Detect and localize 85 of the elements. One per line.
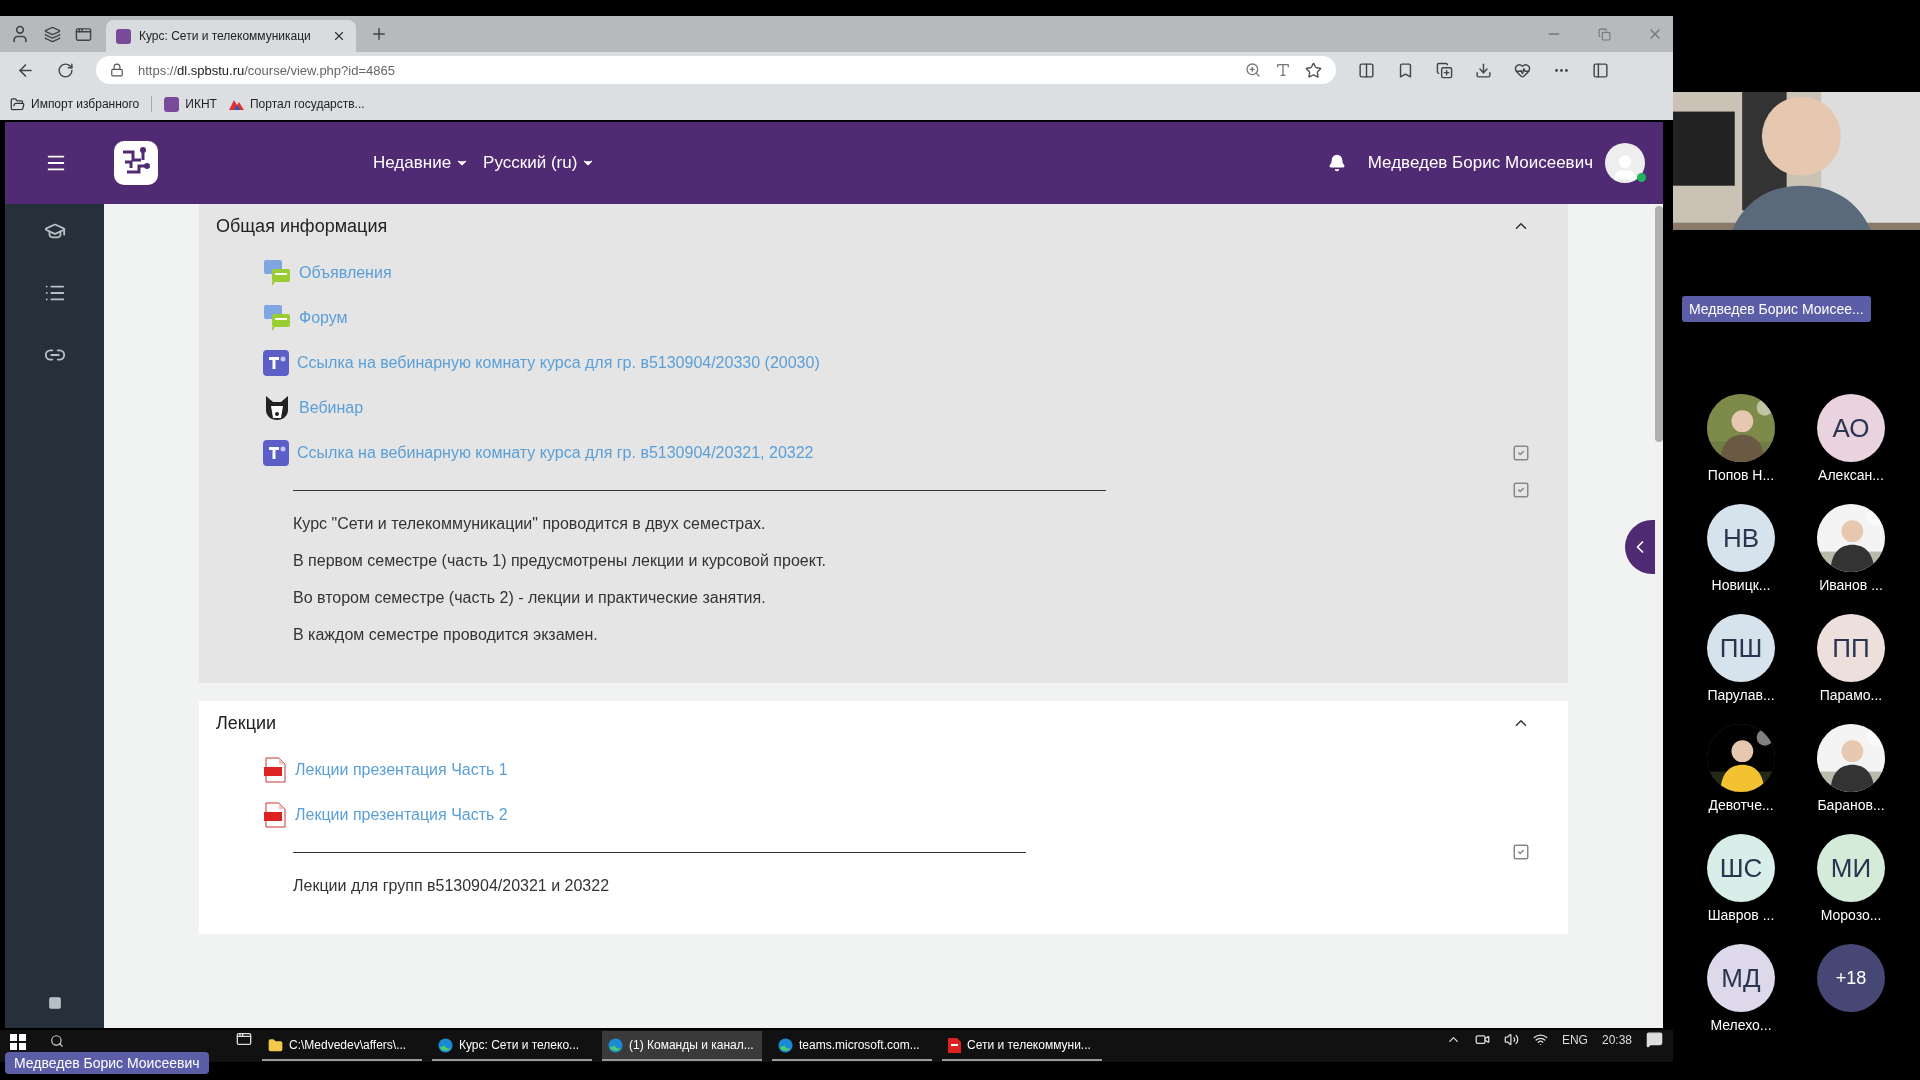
participant-avatar: ПП	[1817, 614, 1885, 682]
participant-name: Парамо...	[1819, 686, 1883, 704]
completion-checkbox[interactable]	[1512, 443, 1530, 462]
close-icon[interactable]	[332, 29, 346, 43]
refresh-icon[interactable]	[57, 61, 74, 79]
new-tab-icon[interactable]	[370, 25, 388, 43]
wifi-icon[interactable]	[1532, 1032, 1548, 1047]
profile-icon[interactable]	[10, 24, 30, 44]
folder-icon	[268, 1037, 283, 1053]
taskbar-app[interactable]: (1) Команды и канал...	[602, 1031, 762, 1061]
scrollbar-thumb[interactable]	[1655, 206, 1663, 442]
notifications-icon[interactable]	[1646, 1031, 1663, 1048]
description-text: Во втором семестре (часть 2) - лекции и практические занятия.	[293, 588, 767, 608]
logo-icon	[113, 140, 159, 186]
zoom-icon[interactable]	[1245, 62, 1261, 78]
sidebar-icon[interactable]	[1592, 61, 1609, 79]
participant-name: Девотче...	[1708, 796, 1774, 814]
task-view-icon[interactable]	[236, 1031, 252, 1047]
participant-avatar: НВ	[1707, 504, 1775, 572]
user-avatar[interactable]	[1605, 143, 1645, 183]
presenter-label: Медведев Борис Моисеевич	[5, 1052, 209, 1074]
camera-icon[interactable]	[1474, 1032, 1490, 1047]
participant-name: Шавров ...	[1707, 906, 1775, 924]
chat-bubbles-icon	[263, 258, 291, 287]
folder-icon	[10, 96, 25, 112]
participant-avatar: АО	[1817, 394, 1885, 462]
section-title: Лекции	[216, 712, 277, 734]
browser-icon	[608, 1037, 623, 1053]
star-icon[interactable]	[1305, 61, 1322, 79]
pdf-icon	[263, 801, 287, 828]
participant-name: Новицк...	[1711, 576, 1771, 594]
clock[interactable]: 20:38	[1601, 1032, 1632, 1047]
online-dot	[1637, 173, 1646, 182]
workspaces-icon[interactable]	[44, 25, 61, 43]
heart-pulse-icon[interactable]	[1514, 61, 1531, 79]
description-text: Лекции для групп в5130904/20321 и 20322	[293, 876, 611, 896]
browser-icon	[778, 1037, 793, 1053]
participant-name: Мелехо...	[1710, 1016, 1772, 1034]
lock-icon	[110, 63, 124, 77]
participant-name: Алексан...	[1818, 466, 1884, 484]
address-field[interactable]: https://dl.spbstu.ru/course/view.php?id=4865	[96, 56, 1336, 84]
favorites-icon[interactable]	[1397, 61, 1414, 79]
participant-name: Иванов ...	[1819, 576, 1883, 594]
browser-icon	[438, 1037, 453, 1053]
participant-avatar: ШС	[1707, 834, 1775, 902]
split-screen-icon[interactable]	[1358, 61, 1375, 79]
square-icon[interactable]	[47, 996, 62, 1010]
participant-name: Баранов...	[1817, 796, 1885, 814]
site-favicon	[164, 96, 180, 112]
participant-name: Морозо...	[1820, 906, 1882, 924]
description-text: В каждом семестре проводится экзамен.	[293, 625, 599, 645]
bell-icon[interactable]	[1327, 154, 1346, 172]
drawer-toggle-button[interactable]	[1625, 520, 1655, 574]
participant-avatar: МД	[1707, 944, 1775, 1012]
bookmark-link[interactable]: Портал государств...	[228, 97, 365, 111]
participant-avatar: ПШ	[1707, 614, 1775, 682]
chat-bubbles-icon	[263, 303, 291, 332]
description-text: В первом семестре (часть 1) предусмотрены лекции и курсовой проект.	[293, 551, 827, 571]
participant-name: Попов Н...	[1707, 466, 1775, 484]
download-icon[interactable]	[1475, 61, 1492, 79]
more-participants-button[interactable]: +18	[1817, 944, 1885, 1012]
volume-icon[interactable]	[1503, 1032, 1519, 1047]
nav-menu[interactable]: Недавние	[373, 153, 470, 173]
language-indicator[interactable]: ENG	[1561, 1032, 1588, 1047]
tab-actions-icon[interactable]	[75, 25, 92, 43]
portal-icon	[228, 98, 244, 110]
bookmark-link[interactable]: Импорт избранного	[10, 96, 140, 112]
collections-icon[interactable]	[1436, 61, 1453, 79]
participant-avatar: МИ	[1817, 834, 1885, 902]
pdf-icon	[948, 1037, 961, 1053]
user-name[interactable]: Медведев Борис Моисеевич	[1367, 153, 1593, 173]
browser-tab[interactable]: Курс: Сети и телекоммуникаци	[106, 20, 356, 52]
section-title: Общая информация	[216, 215, 388, 237]
participant-name: Парулав...	[1707, 686, 1775, 704]
windows-start-icon[interactable]	[10, 1034, 26, 1050]
search-icon[interactable]	[50, 1034, 64, 1048]
presenter-name: Медведев Борис Моисее...	[1682, 296, 1871, 322]
nav-menu[interactable]: Русский (ru)	[483, 153, 596, 173]
completion-checkbox[interactable]	[1512, 843, 1530, 861]
pdf-icon	[263, 756, 287, 783]
completion-checkbox[interactable]	[1512, 481, 1530, 499]
bookmark-link[interactable]: ИКНТ	[164, 96, 217, 112]
dog-icon	[263, 393, 291, 422]
description-text: Курс "Сети и телекоммуникации" проводится в двух семестрах.	[293, 514, 767, 534]
site-favicon	[116, 28, 131, 44]
